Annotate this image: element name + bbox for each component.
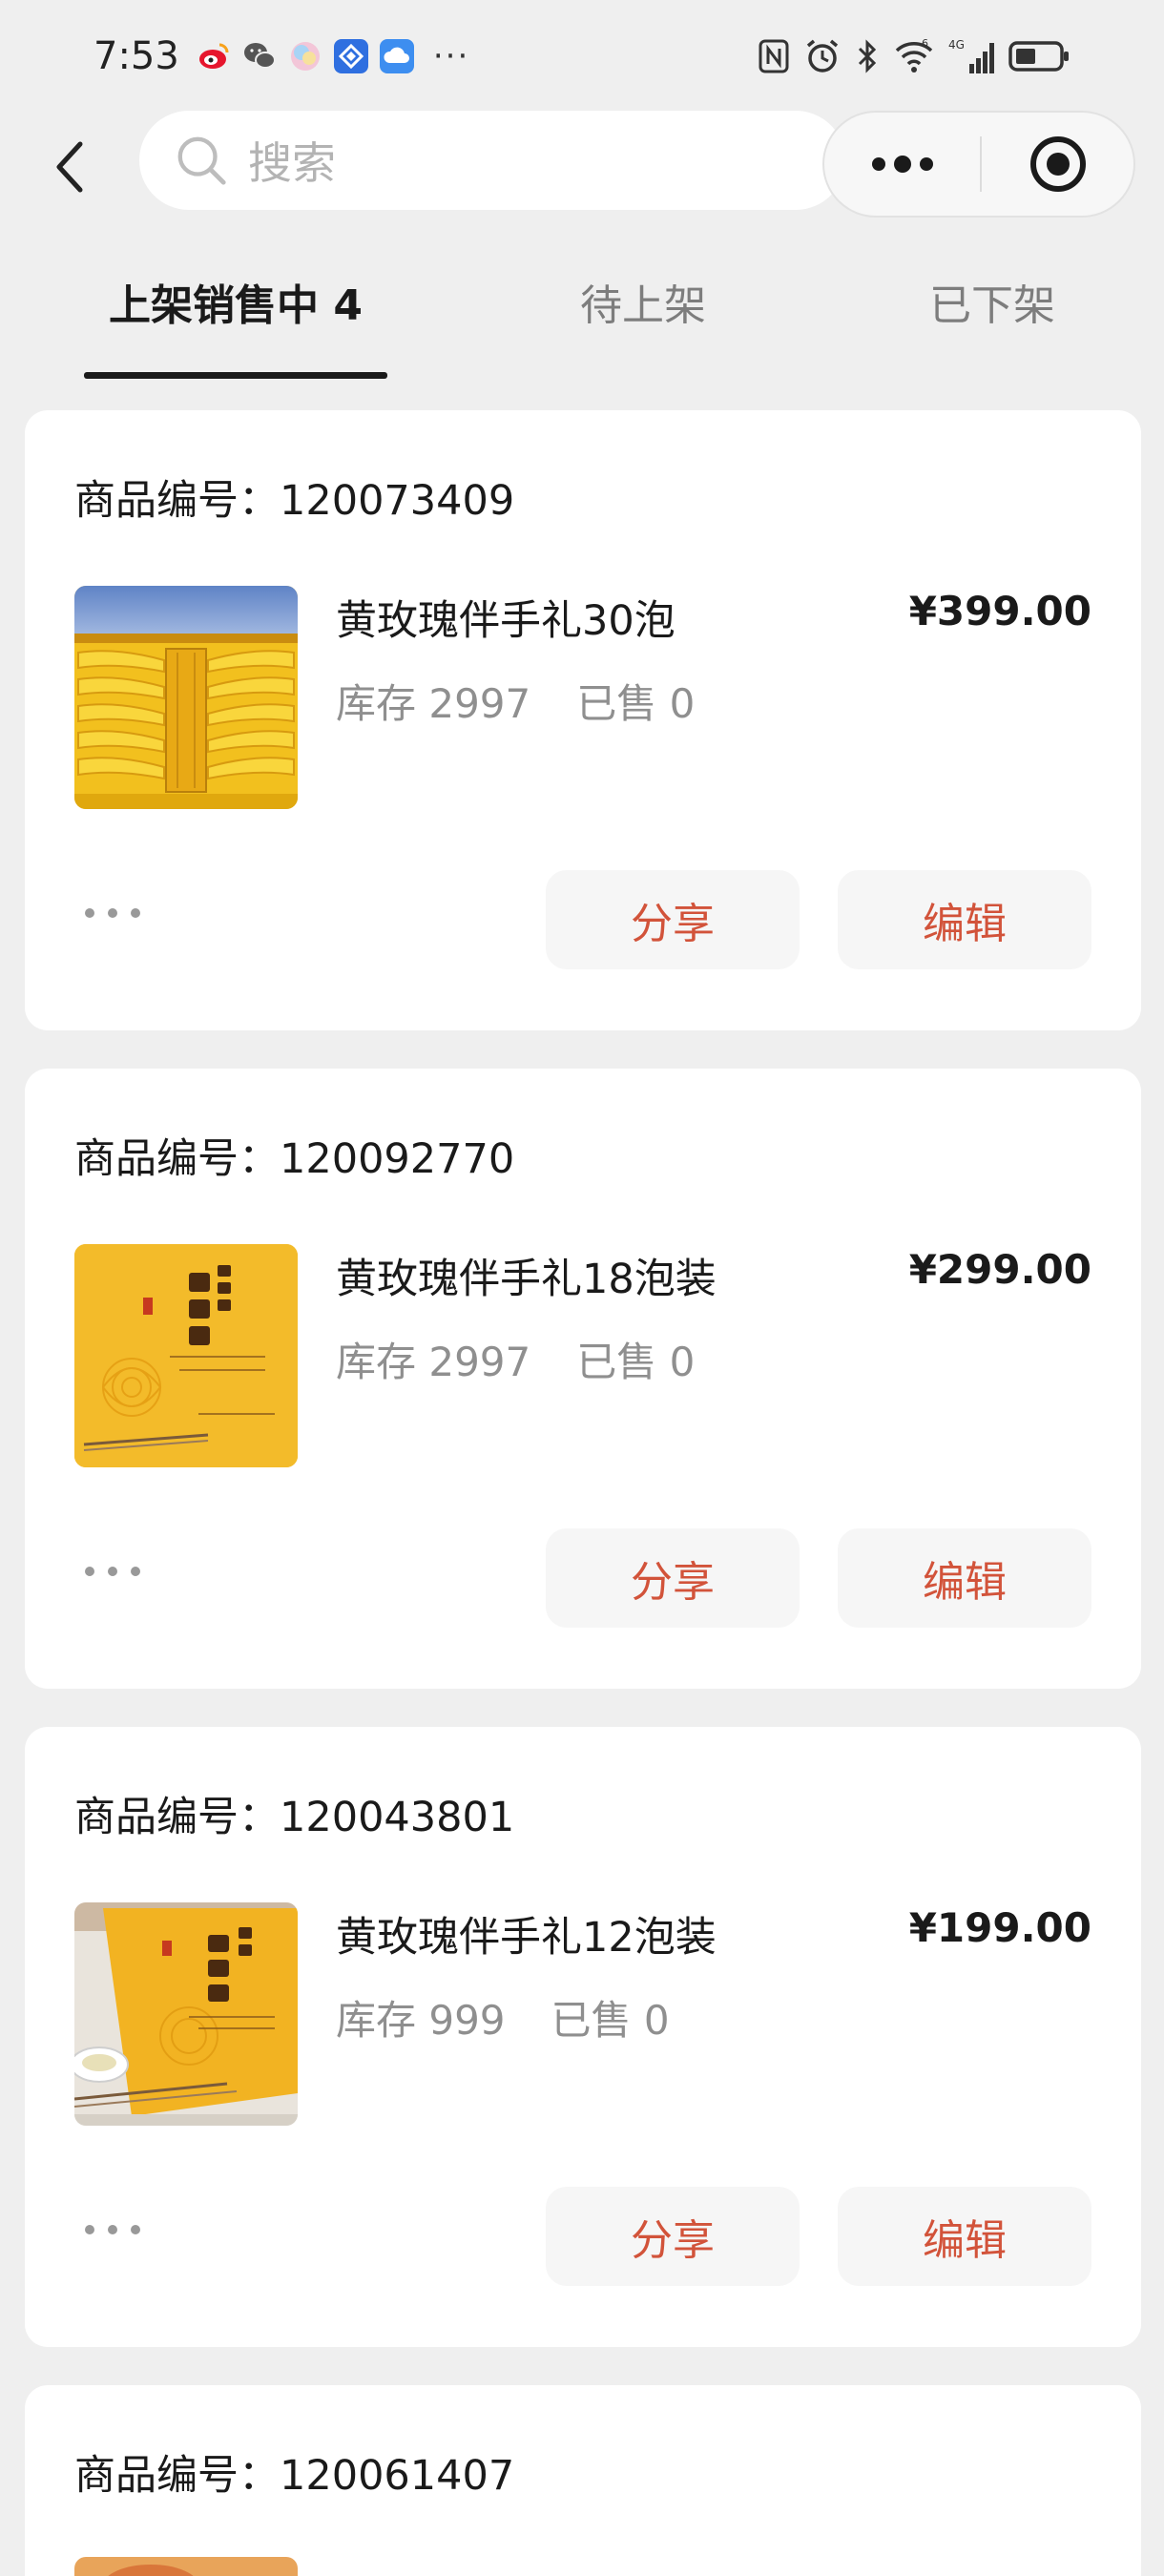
product-stats: 库存 2997 已售 0 xyxy=(336,672,695,730)
share-button[interactable]: 分享 xyxy=(546,1528,800,1628)
wifi-icon: 6 xyxy=(895,37,933,73)
product-id: 商品编号：120073409 xyxy=(74,477,515,525)
tab-on-sale[interactable]: 上架销售中 4 xyxy=(109,271,363,332)
miniprogram-capsule xyxy=(822,111,1135,218)
product-image[interactable] xyxy=(74,1244,298,1467)
product-card: 商品编号：120092770 黄玫瑰伴手礼18泡装 ¥299.00 库存 299… xyxy=(25,1069,1141,1689)
product-price: ¥299.00 xyxy=(908,1246,1091,1293)
sold-count: 已售 0 xyxy=(576,1339,696,1385)
more-actions-button[interactable] xyxy=(82,2215,143,2244)
sold-count: 已售 0 xyxy=(576,680,696,727)
stock-count: 库存 999 xyxy=(336,1997,506,2044)
search-icon xyxy=(177,136,226,185)
product-price: ¥199.00 xyxy=(908,1904,1091,1951)
back-button[interactable] xyxy=(42,134,99,200)
product-id: 商品编号：120043801 xyxy=(74,1794,515,1841)
status-tabs: 上架销售中 4 待上架 已下架 xyxy=(0,258,1164,382)
alarm-icon xyxy=(806,39,839,73)
active-tab-indicator xyxy=(84,372,387,379)
capsule-close-button[interactable] xyxy=(982,113,1133,216)
product-stats: 库存 2997 已售 0 xyxy=(336,1330,695,1388)
more-dots-icon xyxy=(85,908,140,918)
product-name[interactable]: 黄玫瑰伴手礼30泡 xyxy=(336,588,676,647)
product-card: 商品编号：120061407 xyxy=(25,2385,1141,2576)
status-bar: 7:53 ··· 6 4G xyxy=(0,0,1164,113)
edit-button[interactable]: 编辑 xyxy=(838,1528,1091,1628)
edit-button[interactable]: 编辑 xyxy=(838,870,1091,969)
app-blue-icon xyxy=(333,39,368,73)
product-name[interactable]: 黄玫瑰伴手礼18泡装 xyxy=(336,1246,717,1305)
status-time: 7:53 xyxy=(94,34,179,78)
product-card: 商品编号：120043801 黄玫瑰伴手礼12泡装 ¥199.00 库存 999… xyxy=(25,1727,1141,2347)
search-placeholder: 搜索 xyxy=(248,137,336,189)
product-name[interactable]: 黄玫瑰伴手礼12泡装 xyxy=(336,1904,717,1963)
target-close-icon xyxy=(1029,136,1086,192)
wechat-icon xyxy=(242,39,277,73)
more-actions-button[interactable] xyxy=(82,899,143,927)
product-id: 商品编号：120061407 xyxy=(74,2452,515,2500)
chevron-left-icon xyxy=(56,141,83,193)
sold-count: 已售 0 xyxy=(551,1997,670,2044)
stock-count: 库存 2997 xyxy=(336,680,531,727)
tab-removed[interactable]: 已下架 xyxy=(929,271,1055,332)
cloud-icon xyxy=(379,39,414,73)
nfc-icon xyxy=(759,39,789,73)
svg-text:6: 6 xyxy=(922,37,928,50)
weibo-icon xyxy=(197,39,231,73)
color-ball-icon xyxy=(288,39,322,73)
product-stats: 库存 999 已售 0 xyxy=(336,1988,670,2046)
product-id: 商品编号：120092770 xyxy=(74,1135,515,1183)
svg-text:4G: 4G xyxy=(948,38,965,52)
bluetooth-icon xyxy=(858,39,877,73)
edit-button[interactable]: 编辑 xyxy=(838,2187,1091,2286)
system-icons: 6 4G xyxy=(758,37,1070,75)
product-image[interactable] xyxy=(74,2557,298,2576)
stock-count: 库存 2997 xyxy=(336,1339,531,1385)
product-card: 商品编号：120073409 黄玫瑰伴手礼30泡 ¥399.00 库存 2997… xyxy=(25,410,1141,1030)
share-button[interactable]: 分享 xyxy=(546,2187,800,2286)
more-actions-button[interactable] xyxy=(82,1557,143,1586)
battery-icon xyxy=(1008,41,1069,72)
product-image[interactable] xyxy=(74,586,298,809)
search-input[interactable]: 搜索 xyxy=(139,111,845,210)
capsule-more-button[interactable] xyxy=(824,113,980,216)
tab-pending[interactable]: 待上架 xyxy=(580,271,706,332)
more-dots-icon xyxy=(85,1567,140,1576)
product-price: ¥399.00 xyxy=(908,588,1091,634)
more-dots-icon xyxy=(871,156,933,173)
more-notifications: ··· xyxy=(432,37,470,75)
more-dots-icon xyxy=(85,2225,140,2234)
product-image[interactable] xyxy=(74,1902,298,2126)
signal-4g-icon: 4G xyxy=(948,38,994,73)
share-button[interactable]: 分享 xyxy=(546,870,800,969)
notification-icons: ··· xyxy=(197,37,469,75)
